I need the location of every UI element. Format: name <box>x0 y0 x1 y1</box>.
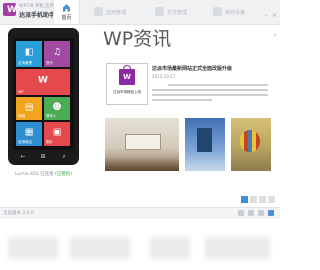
pager-dot[interactable] <box>250 196 257 203</box>
thumbnail-shade <box>105 157 179 171</box>
settings-icon[interactable] <box>238 210 244 216</box>
tile-label: WP <box>18 90 24 94</box>
tile-music[interactable]: ♫ 音乐 <box>44 41 70 67</box>
chevron-right-icon[interactable]: › <box>273 30 277 41</box>
nav-home-tab[interactable]: 首页 <box>53 0 80 24</box>
device-name: Lumia 820 已连接 <box>14 172 54 177</box>
phone-screen: ◧ 应用管理 ♫ 音乐 W WP ▤ 视频 ☻ 联系人 ▦ 应用商店 ▣ 图片 <box>13 38 74 150</box>
room-image-detail <box>125 134 161 150</box>
folder-icon[interactable] <box>155 7 164 16</box>
home-icon <box>63 4 70 12</box>
tile-label: 应用商店 <box>18 140 32 144</box>
share-icon[interactable] <box>258 210 264 216</box>
brand-name: 达派手机助手 <box>19 12 56 19</box>
phone-preview: ◧ 应用管理 ♫ 音乐 W WP ▤ 视频 ☻ 联系人 ▦ 应用商店 ▣ 图片 … <box>8 28 79 165</box>
feedback-icon[interactable] <box>248 210 254 216</box>
tile-label: 音乐 <box>46 61 53 65</box>
phone-hardware-keys: ← ⊞ ⌕ <box>13 153 74 161</box>
nav-item-device[interactable]: 我的设备 <box>225 9 245 16</box>
nav-item-apps[interactable]: 应用管理 <box>106 9 126 16</box>
video-icon: ▤ <box>24 102 34 113</box>
people-icon: ☻ <box>52 102 62 113</box>
balloon-image <box>240 130 260 152</box>
device-icon[interactable] <box>213 7 222 16</box>
app-window: W WP7/8 手机 应用 达派手机助手 首页 应用管理 文件管理 我的设备 –… <box>0 0 280 270</box>
apps-icon: ▦ <box>24 127 34 138</box>
article-date: 2013-10-17 <box>152 74 176 79</box>
blurred-block <box>70 237 130 259</box>
tile-label: 应用管理 <box>18 61 32 65</box>
blurred-lower-area <box>0 219 280 270</box>
pager-dot[interactable] <box>268 196 275 203</box>
device-status: Lumia 820 已连接 (已授权) <box>8 171 79 177</box>
tile-store[interactable]: ◧ 应用管理 <box>16 41 42 67</box>
windows-logo-icon: ⊞ <box>40 153 46 160</box>
picture-icon: ▣ <box>52 127 62 138</box>
app-logo-letter: W <box>7 5 17 15</box>
store-bag-icon: W <box>119 65 135 85</box>
phone-image-detail <box>197 128 212 152</box>
article-title[interactable]: 达派市场最新网站正式全面改版升级 <box>152 65 232 72</box>
feature-image[interactable]: W 达派市场精品上线 <box>106 63 148 105</box>
article-text-line <box>152 94 268 96</box>
music-icon: ♫ <box>52 47 62 58</box>
window-controls: – × <box>262 2 278 21</box>
close-icon[interactable]: × <box>271 13 278 19</box>
article-text-line <box>152 99 212 101</box>
tile-people[interactable]: ☻ 联系人 <box>44 97 70 120</box>
grid-icon[interactable] <box>94 7 103 16</box>
tile-wp[interactable]: W WP <box>16 69 70 95</box>
article-text-line <box>152 89 268 91</box>
brand-subtitle: WP7/8 手机 应用 <box>19 4 55 9</box>
top-bar: W WP7/8 手机 应用 达派手机助手 首页 应用管理 文件管理 我的设备 –… <box>0 0 280 25</box>
pager-dot-active[interactable] <box>241 196 248 203</box>
blurred-block <box>8 237 58 259</box>
tile-label: 图片 <box>46 140 53 144</box>
news-heading: WP资讯 <box>103 28 172 50</box>
news-thumbnail[interactable] <box>231 118 271 171</box>
tile-apps[interactable]: ▦ 应用商店 <box>16 122 42 146</box>
store-icon: ◧ <box>24 47 34 58</box>
pager-dot[interactable] <box>259 196 266 203</box>
tile-label: 联系人 <box>46 114 57 118</box>
news-thumbnail[interactable] <box>185 118 225 171</box>
wp-icon: W <box>38 75 48 86</box>
blurred-block <box>150 237 190 259</box>
news-thumbnail[interactable] <box>105 118 179 171</box>
version-label: 当前版本 2.0.0 <box>3 211 34 216</box>
store-bag-letter: W <box>123 73 131 81</box>
feature-image-label: 达派市场精品上线 <box>113 90 141 94</box>
nav-item-files[interactable]: 文件管理 <box>167 9 187 16</box>
blurred-block <box>205 237 270 259</box>
tile-pictures[interactable]: ▣ 图片 <box>44 122 70 146</box>
back-arrow-icon: ← <box>20 153 26 160</box>
tile-label: 视频 <box>18 114 25 118</box>
status-bar: 当前版本 2.0.0 <box>0 207 280 219</box>
update-icon[interactable] <box>268 210 274 216</box>
search-icon: ⌕ <box>62 153 66 160</box>
nav-home-label: 首页 <box>61 15 72 21</box>
article-text-line <box>168 84 268 86</box>
tile-video[interactable]: ▤ 视频 <box>16 97 42 120</box>
app-logo-icon: W <box>3 3 17 16</box>
minimize-icon[interactable]: – <box>263 13 270 19</box>
device-auth-status: (已授权) <box>55 172 73 177</box>
